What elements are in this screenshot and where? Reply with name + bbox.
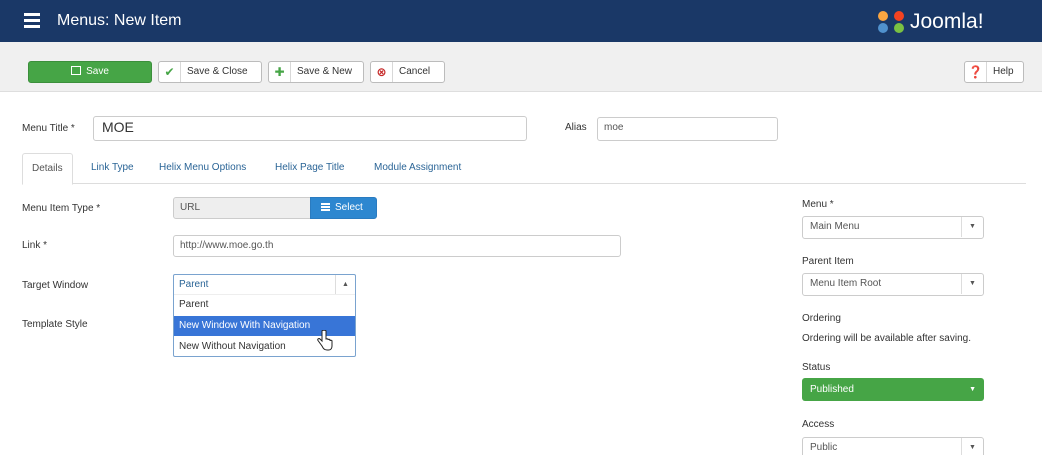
parent-item-select-value: Menu Item Root <box>810 278 882 289</box>
tab-link-type[interactable]: Link Type <box>91 153 134 184</box>
alias-label: Alias <box>565 122 587 133</box>
menu-title-label: Menu Title * <box>22 123 75 134</box>
ordering-note: Ordering will be available after saving. <box>802 333 971 344</box>
joomla-logo-icon <box>878 11 904 33</box>
status-label: Status <box>802 362 831 373</box>
select-menu-item-type-button[interactable]: Select <box>310 197 377 219</box>
parent-item-label: Parent Item <box>802 256 854 267</box>
access-select[interactable]: Public ▼ <box>802 437 984 455</box>
chevron-down-icon: ▼ <box>961 438 983 455</box>
cancel-button[interactable]: ⊗ Cancel <box>370 61 445 83</box>
save-close-button[interactable]: ✔ Save & Close <box>158 61 262 83</box>
tab-helix-menu-options[interactable]: Helix Menu Options <box>159 153 246 184</box>
save-button-label: Save <box>86 66 109 77</box>
status-select-value: Published <box>810 384 854 395</box>
select-button-label: Select <box>335 202 363 213</box>
plus-icon: ✚ <box>269 62 291 82</box>
access-label: Access <box>802 419 835 430</box>
logo-text: Joomla! <box>910 10 984 33</box>
link-input[interactable]: http://www.moe.go.th <box>173 235 621 257</box>
hand-pointer-icon <box>317 330 333 351</box>
save-new-button[interactable]: ✚ Save & New <box>268 61 364 83</box>
joomla-logo[interactable]: Joomla! <box>876 7 1036 37</box>
parent-item-select[interactable]: Menu Item Root ▼ <box>802 273 984 296</box>
tab-bar: Details Link Type Helix Menu Options Hel… <box>22 153 1026 185</box>
chevron-down-icon: ▼ <box>969 386 976 393</box>
help-label: Help <box>993 66 1014 77</box>
list-icon <box>24 13 40 28</box>
target-window-selected[interactable]: Parent ▲ <box>174 275 355 295</box>
app-header: Menus: New Item Joomla! <box>0 0 1042 42</box>
tab-details[interactable]: Details <box>22 153 73 185</box>
alias-input[interactable]: moe <box>597 117 778 141</box>
menu-item-type-label: Menu Item Type * <box>22 203 101 214</box>
target-window-option-parent[interactable]: Parent <box>174 295 355 315</box>
check-icon: ✔ <box>159 62 181 82</box>
menu-select-value: Main Menu <box>810 221 860 232</box>
toolbar: Save ✔ Save & Close ✚ Save & New ⊗ Cancel ❓… <box>0 42 1042 92</box>
menu-title-input[interactable]: MOE <box>93 116 527 141</box>
page-title: Menus: New Item <box>57 12 182 29</box>
cancel-label: Cancel <box>399 66 431 77</box>
save-close-label: Save & Close <box>187 66 248 77</box>
link-label: Link * <box>22 240 48 251</box>
list-icon <box>321 203 330 211</box>
target-window-label: Target Window <box>22 280 89 291</box>
cancel-circle-icon: ⊗ <box>371 62 393 82</box>
save-new-label: Save & New <box>297 66 353 77</box>
menu-select[interactable]: Main Menu ▼ <box>802 216 984 239</box>
question-circle-icon: ❓ <box>965 62 987 82</box>
target-window-value: Parent <box>179 279 209 290</box>
menu-label: Menu * <box>802 199 834 210</box>
access-select-value: Public <box>810 442 838 453</box>
edit-icon <box>71 66 82 75</box>
tab-helix-page-title[interactable]: Helix Page Title <box>275 153 344 184</box>
template-style-label: Template Style <box>22 319 88 330</box>
ordering-label: Ordering <box>802 313 841 324</box>
chevron-down-icon: ▼ <box>961 217 983 237</box>
status-select[interactable]: Published ▼ <box>802 378 984 401</box>
tab-module-assignment[interactable]: Module Assignment <box>374 153 461 184</box>
menu-item-type-field: URL <box>173 197 311 219</box>
help-button[interactable]: ❓ Help <box>964 61 1024 83</box>
chevron-down-icon: ▼ <box>961 274 983 294</box>
save-button[interactable]: Save <box>28 61 152 83</box>
chevron-up-icon: ▲ <box>335 275 355 294</box>
